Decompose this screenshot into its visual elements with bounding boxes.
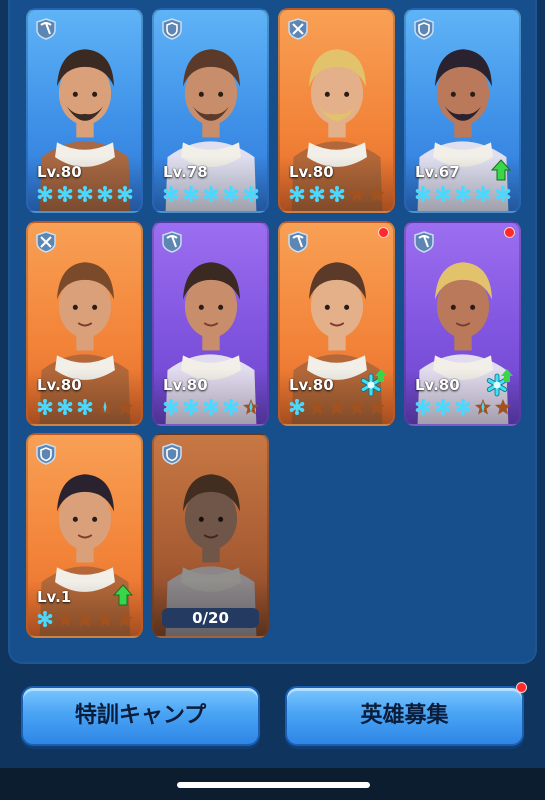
training-camp-button[interactable]: 特訓キャンプ bbox=[21, 686, 260, 746]
hero-card[interactable]: Lv.80 bbox=[278, 8, 395, 213]
training-camp-label: 特訓キャンプ bbox=[74, 703, 207, 728]
star-rating bbox=[36, 185, 134, 203]
crossed-tools-icon bbox=[36, 231, 56, 253]
star-empty-icon bbox=[349, 399, 365, 415]
awaken-upgrade-icon bbox=[360, 369, 387, 397]
star-filled-icon bbox=[57, 399, 73, 415]
hero-card[interactable]: Lv.1 bbox=[26, 433, 143, 638]
star-filled-icon bbox=[77, 186, 93, 202]
star-filled-icon bbox=[435, 399, 451, 415]
star-partial-icon bbox=[243, 399, 259, 415]
star-filled-icon bbox=[329, 186, 345, 202]
shield-icon bbox=[36, 443, 56, 465]
star-empty-icon bbox=[117, 399, 133, 415]
star-rating bbox=[162, 398, 260, 416]
hero-card[interactable]: Lv.67 bbox=[404, 8, 521, 213]
star-empty-icon bbox=[369, 186, 385, 202]
star-filled-icon bbox=[243, 186, 259, 202]
star-empty-icon bbox=[349, 186, 365, 202]
awaken-upgrade-icon bbox=[486, 369, 513, 397]
hero-recruit-label: 英雄募集 bbox=[360, 703, 449, 728]
fragment-progress: 0/20 bbox=[162, 608, 259, 628]
star-empty-icon bbox=[309, 399, 325, 415]
hero-card[interactable]: Lv.80 bbox=[278, 221, 395, 426]
shield-icon bbox=[414, 18, 434, 40]
star-empty-icon bbox=[369, 399, 385, 415]
star-filled-icon bbox=[223, 186, 239, 202]
star-filled-icon bbox=[415, 399, 431, 415]
star-filled-icon bbox=[163, 186, 179, 202]
shield-icon bbox=[162, 443, 182, 465]
star-filled-icon bbox=[57, 186, 73, 202]
upgrade-arrow-icon bbox=[491, 159, 511, 181]
recruit-notification-dot bbox=[516, 682, 527, 693]
shield-icon bbox=[162, 18, 182, 40]
star-rating bbox=[288, 398, 386, 416]
hero-card[interactable]: Lv.80 bbox=[26, 221, 143, 426]
star-rating bbox=[288, 185, 386, 203]
star-empty-icon bbox=[495, 399, 511, 415]
hero-card[interactable]: Lv.80 bbox=[404, 221, 521, 426]
star-filled-icon bbox=[77, 399, 93, 415]
hero-level: Lv.67 bbox=[415, 163, 460, 181]
star-filled-icon bbox=[495, 186, 511, 202]
hero-level: Lv.80 bbox=[289, 376, 334, 394]
star-rating bbox=[414, 185, 512, 203]
star-filled-icon bbox=[37, 611, 53, 627]
pickaxe-icon bbox=[36, 18, 56, 40]
star-filled-icon bbox=[289, 399, 305, 415]
star-filled-icon bbox=[203, 186, 219, 202]
hero-card[interactable]: Lv.78 bbox=[152, 8, 269, 213]
star-rating bbox=[414, 398, 512, 416]
star-filled-icon bbox=[289, 186, 305, 202]
star-filled-icon bbox=[37, 399, 53, 415]
hero-level: Lv.80 bbox=[163, 376, 208, 394]
hero-notification-dot bbox=[378, 227, 389, 238]
star-filled-icon bbox=[183, 186, 199, 202]
hero-recruit-button[interactable]: 英雄募集 bbox=[285, 682, 527, 746]
star-filled-icon bbox=[435, 186, 451, 202]
pickaxe-icon bbox=[414, 231, 434, 253]
star-empty-icon bbox=[117, 611, 133, 627]
star-filled-icon bbox=[203, 399, 219, 415]
star-filled-icon bbox=[223, 399, 239, 415]
hero-level: Lv.80 bbox=[289, 163, 334, 181]
hero-level: Lv.80 bbox=[37, 163, 82, 181]
pickaxe-icon bbox=[162, 231, 182, 253]
star-filled-icon bbox=[455, 399, 471, 415]
home-indicator[interactable] bbox=[177, 782, 370, 788]
star-empty-icon bbox=[77, 611, 93, 627]
hero-notification-dot bbox=[504, 227, 515, 238]
star-filled-icon bbox=[455, 186, 471, 202]
hero-level: Lv.1 bbox=[37, 588, 72, 606]
pickaxe-icon bbox=[288, 231, 308, 253]
upgrade-arrow-icon bbox=[113, 584, 133, 606]
hero-level: Lv.80 bbox=[415, 376, 460, 394]
star-filled-icon bbox=[37, 186, 53, 202]
star-filled-icon bbox=[475, 186, 491, 202]
star-filled-icon bbox=[163, 399, 179, 415]
hero-card[interactable]: Lv.80 bbox=[152, 221, 269, 426]
star-filled-icon bbox=[117, 186, 133, 202]
star-filled-icon bbox=[415, 186, 431, 202]
star-partial-icon bbox=[475, 399, 491, 415]
star-rating bbox=[162, 185, 260, 203]
hero-card[interactable]: 0/20 bbox=[152, 433, 269, 638]
star-empty-icon bbox=[97, 611, 113, 627]
star-empty-icon bbox=[57, 611, 73, 627]
star-filled-icon bbox=[97, 186, 113, 202]
star-filled-icon bbox=[183, 399, 199, 415]
hero-level: Lv.80 bbox=[37, 376, 82, 394]
hero-card[interactable]: Lv.80 bbox=[26, 8, 143, 213]
crossed-tools-icon bbox=[288, 18, 308, 40]
star-rating bbox=[36, 398, 134, 416]
star-filled-icon bbox=[309, 186, 325, 202]
star-empty-icon bbox=[329, 399, 345, 415]
hero-level: Lv.78 bbox=[163, 163, 208, 181]
star-rating bbox=[36, 610, 134, 628]
star-partial-icon bbox=[97, 399, 113, 415]
